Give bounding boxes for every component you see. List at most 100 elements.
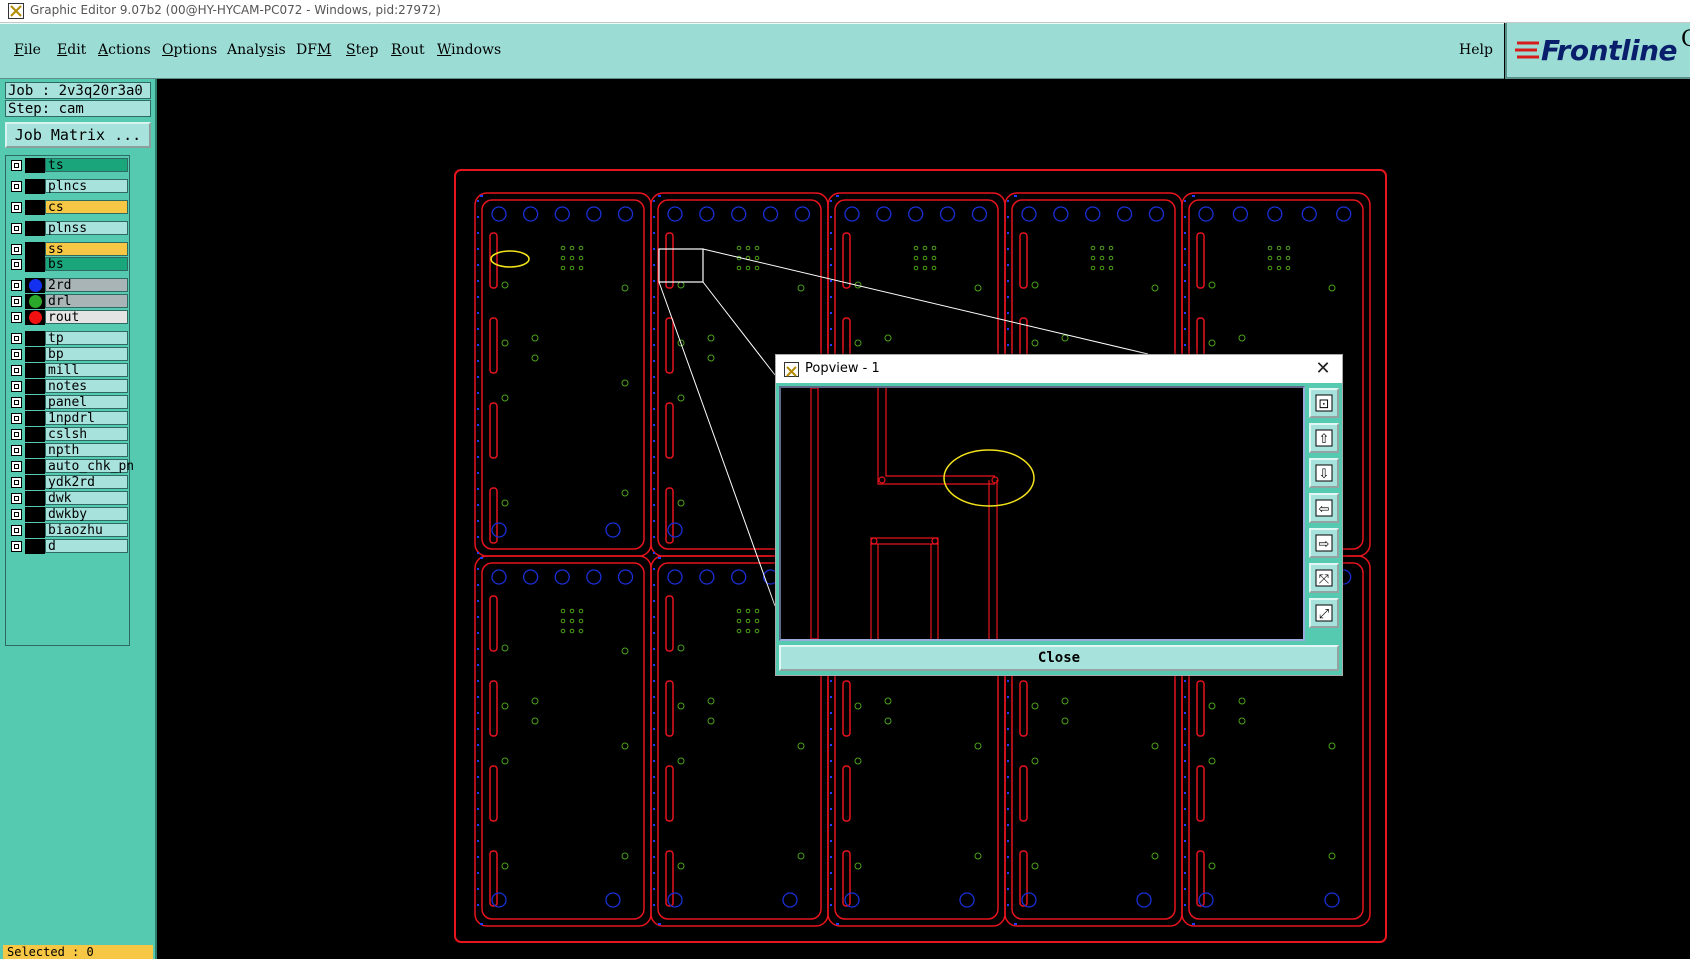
layer-row-rout[interactable]: rout [6, 310, 129, 325]
layer-checkbox[interactable] [11, 493, 22, 504]
layer-checkbox[interactable] [11, 296, 22, 307]
layer-checkbox[interactable] [11, 461, 22, 472]
layer-row-auto-chk-pn[interactable]: auto_chk_pn [6, 459, 134, 474]
menu-item-actions[interactable]: Actions [98, 42, 151, 58]
layer-name[interactable]: bs [45, 257, 128, 272]
zoom-in-icon[interactable]: ⤧ [1309, 563, 1339, 593]
pan-right-icon[interactable]: ⇨ [1309, 528, 1339, 558]
layer-name[interactable]: cs [45, 200, 128, 215]
layer-name[interactable]: cslsh [45, 427, 128, 442]
menu-item-analysis[interactable]: Analysis [227, 42, 286, 58]
layer-color-swatch[interactable] [25, 257, 45, 272]
menu-item-file[interactable]: File [14, 42, 41, 58]
layer-name[interactable]: d [45, 539, 128, 554]
layer-row-drl[interactable]: drl [6, 294, 129, 309]
layer-color-swatch[interactable] [25, 221, 45, 236]
layer-checkbox[interactable] [11, 397, 22, 408]
layer-checkbox[interactable] [11, 181, 22, 192]
layer-row-cs[interactable]: cs [6, 200, 129, 215]
layer-checkbox[interactable] [11, 445, 22, 456]
layer-checkbox[interactable] [11, 525, 22, 536]
layer-checkbox[interactable] [11, 244, 22, 255]
layer-color-swatch[interactable] [25, 347, 45, 362]
layer-color-swatch[interactable] [25, 200, 45, 215]
layer-row-2rd[interactable]: 2rd [6, 278, 129, 293]
menu-item-dfm[interactable]: DFM [296, 42, 331, 58]
close-button[interactable]: Close [779, 645, 1339, 671]
layer-row-d[interactable]: d [6, 539, 129, 554]
layer-name[interactable]: tp [45, 331, 128, 346]
layer-checkbox[interactable] [11, 541, 22, 552]
layer-name[interactable]: 2rd [45, 278, 128, 293]
layer-name[interactable]: biaozhu [45, 523, 128, 538]
layer-name[interactable]: ydk2rd [45, 475, 128, 490]
layer-row-tp[interactable]: tp [6, 331, 129, 346]
layer-color-swatch[interactable] [25, 491, 45, 506]
layer-row-ss[interactable]: ss [6, 242, 129, 257]
layer-color-swatch[interactable] [25, 411, 45, 426]
layer-name[interactable]: dwkby [45, 507, 128, 522]
pan-down-icon[interactable]: ⇩ [1309, 458, 1339, 488]
layer-checkbox[interactable] [11, 259, 22, 270]
layer-color-swatch[interactable] [25, 475, 45, 490]
zoom-home-icon[interactable]: ⊡ [1309, 388, 1339, 418]
layer-name[interactable]: drl [45, 294, 128, 309]
layer-row-bp[interactable]: bp [6, 347, 129, 362]
layer-color-swatch[interactable] [25, 278, 45, 293]
layer-checkbox[interactable] [11, 509, 22, 520]
layer-checkbox[interactable] [11, 365, 22, 376]
layer-color-swatch[interactable] [25, 507, 45, 522]
layer-color-swatch[interactable] [25, 443, 45, 458]
layer-color-swatch[interactable] [25, 242, 45, 257]
layer-color-swatch[interactable] [25, 310, 45, 325]
layer-color-swatch[interactable] [25, 523, 45, 538]
layer-row-plnss[interactable]: plnss [6, 221, 129, 236]
layer-name[interactable]: mill [45, 363, 128, 378]
layer-name[interactable]: plncs [45, 179, 128, 194]
pan-up-icon[interactable]: ⇧ [1309, 423, 1339, 453]
popview-titlebar[interactable]: Popview - 1 ✕ [776, 355, 1342, 383]
layer-row-notes[interactable]: notes [6, 379, 129, 394]
layer-checkbox[interactable] [11, 381, 22, 392]
layer-row-panel[interactable]: panel [6, 395, 129, 410]
menu-item-windows[interactable]: Windows [437, 42, 501, 58]
layer-name[interactable]: dwk [45, 491, 128, 506]
layer-name[interactable]: ss [45, 242, 128, 257]
layer-color-swatch[interactable] [25, 363, 45, 378]
layer-row-dwk[interactable]: dwk [6, 491, 129, 506]
layer-checkbox[interactable] [11, 312, 22, 323]
layer-checkbox[interactable] [11, 202, 22, 213]
layer-row-cslsh[interactable]: cslsh [6, 427, 129, 442]
layer-checkbox[interactable] [11, 280, 22, 291]
layer-color-swatch[interactable] [25, 395, 45, 410]
layer-checkbox[interactable] [11, 413, 22, 424]
layer-name[interactable]: auto_chk_pn [45, 459, 134, 474]
layer-name[interactable]: plnss [45, 221, 128, 236]
layer-color-swatch[interactable] [25, 427, 45, 442]
layer-name[interactable]: npth [45, 443, 128, 458]
layer-row-bs[interactable]: bs [6, 257, 129, 272]
layer-checkbox[interactable] [11, 429, 22, 440]
layer-checkbox[interactable] [11, 223, 22, 234]
layer-color-swatch[interactable] [25, 379, 45, 394]
popview-canvas[interactable] [779, 386, 1305, 641]
layer-color-swatch[interactable] [25, 459, 45, 474]
layer-name[interactable]: bp [45, 347, 128, 362]
layer-color-swatch[interactable] [25, 539, 45, 554]
zoom-out-icon[interactable]: ⤢ [1309, 598, 1339, 628]
layer-name[interactable]: notes [45, 379, 128, 394]
layer-row-ydk2rd[interactable]: ydk2rd [6, 475, 129, 490]
layer-checkbox[interactable] [11, 349, 22, 360]
layer-name[interactable]: 1npdrl [45, 411, 128, 426]
pan-left-icon[interactable]: ⇦ [1309, 493, 1339, 523]
layer-color-swatch[interactable] [25, 294, 45, 309]
layer-checkbox[interactable] [11, 477, 22, 488]
layer-row-1npdrl[interactable]: 1npdrl [6, 411, 129, 426]
layer-row-ts[interactable]: ts [6, 158, 129, 173]
layer-checkbox[interactable] [11, 160, 22, 171]
layer-row-mill[interactable]: mill [6, 363, 129, 378]
layer-name[interactable]: rout [45, 310, 128, 325]
job-matrix-button[interactable]: Job Matrix ... [5, 122, 151, 148]
layer-color-swatch[interactable] [25, 179, 45, 194]
layer-name[interactable]: ts [45, 158, 128, 173]
